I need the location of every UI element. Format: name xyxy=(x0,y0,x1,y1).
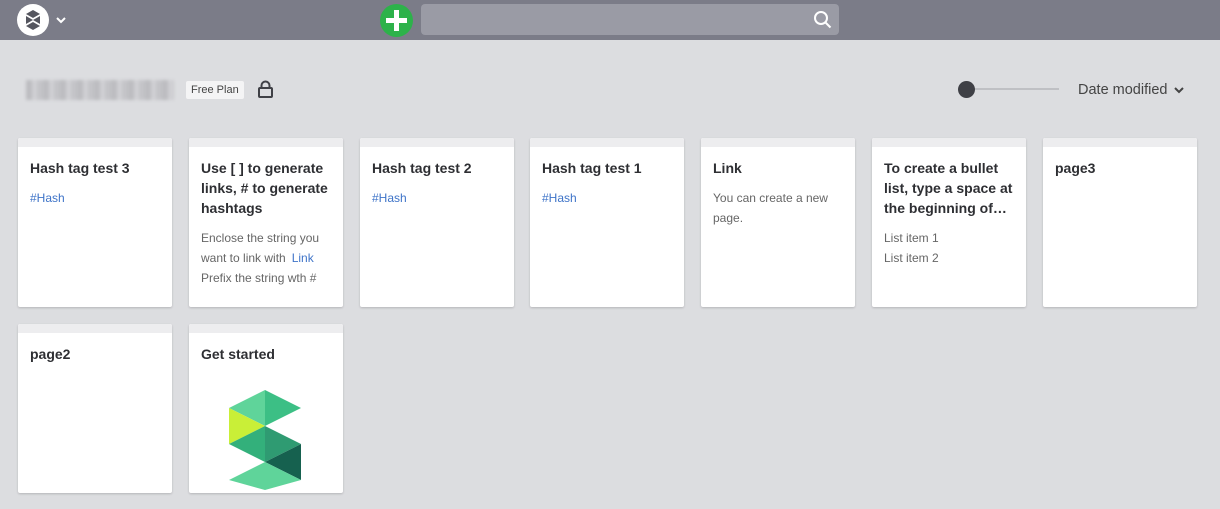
card-title: Hash tag test 1 xyxy=(542,160,642,176)
get-started-logo-icon xyxy=(229,390,301,490)
card-text-line: You can create a new xyxy=(713,191,828,205)
page-card[interactable]: Hash tag test 2 #Hash xyxy=(360,138,514,307)
card-text-line: Prefix the string wth # xyxy=(201,271,317,285)
chevron-down-icon xyxy=(56,17,66,24)
page-card[interactable]: page2 xyxy=(18,324,172,493)
sort-dropdown[interactable]: Date modified xyxy=(1078,80,1185,100)
lock-icon[interactable] xyxy=(257,80,274,99)
hashtag[interactable]: #Hash xyxy=(372,188,502,208)
page-card[interactable]: Link You can create a new page. xyxy=(701,138,855,307)
hashtag[interactable]: #Hash xyxy=(542,188,672,208)
zoom-slider-handle[interactable] xyxy=(958,81,975,98)
chevron-down-icon xyxy=(1174,87,1185,94)
plan-badge: Free Plan xyxy=(186,81,244,99)
card-text-line: want to link with Link xyxy=(201,251,314,265)
card-title: Get started xyxy=(201,346,275,362)
page-card[interactable]: To create a bullet list, type a space at… xyxy=(872,138,1026,307)
card-text-line: List item 1 xyxy=(884,231,939,245)
app-logo-icon xyxy=(17,4,49,36)
card-text-line: Enclose the string you xyxy=(201,231,320,245)
add-page-button[interactable] xyxy=(380,4,413,37)
card-title: Link xyxy=(713,160,742,176)
hashtag[interactable]: #Hash xyxy=(30,188,160,208)
page-card[interactable]: Get started xyxy=(189,324,343,493)
page-card[interactable]: Use [ ] to generate links, # to generate… xyxy=(189,138,343,307)
zoom-track xyxy=(964,88,1059,90)
card-title: Hash tag test 3 xyxy=(30,160,130,176)
wiki-link[interactable]: Link xyxy=(292,251,314,265)
card-title: Use [ ] to generate links, # to generate… xyxy=(201,160,328,216)
workspace-name-blurred xyxy=(26,80,174,100)
sort-label: Date modified xyxy=(1078,82,1168,98)
card-title: page2 xyxy=(30,346,71,362)
page-card[interactable]: Hash tag test 3 #Hash xyxy=(18,138,172,307)
card-title: Hash tag test 2 xyxy=(372,160,472,176)
top-bar xyxy=(0,0,1220,40)
search-box xyxy=(421,4,839,35)
app-menu-button[interactable] xyxy=(17,3,71,37)
card-title: To create a bullet list, type a space at… xyxy=(884,160,1013,216)
page-card[interactable]: page3 xyxy=(1043,138,1197,307)
card-title: page3 xyxy=(1055,160,1096,176)
zoom-slider[interactable] xyxy=(956,79,1059,99)
plus-icon xyxy=(386,10,407,31)
page-card[interactable]: Hash tag test 1 #Hash xyxy=(530,138,684,307)
card-text-line: List item 2 xyxy=(884,251,939,265)
search-icon[interactable] xyxy=(813,10,832,29)
search-input[interactable] xyxy=(421,4,839,35)
card-text-line: page. xyxy=(713,211,744,225)
